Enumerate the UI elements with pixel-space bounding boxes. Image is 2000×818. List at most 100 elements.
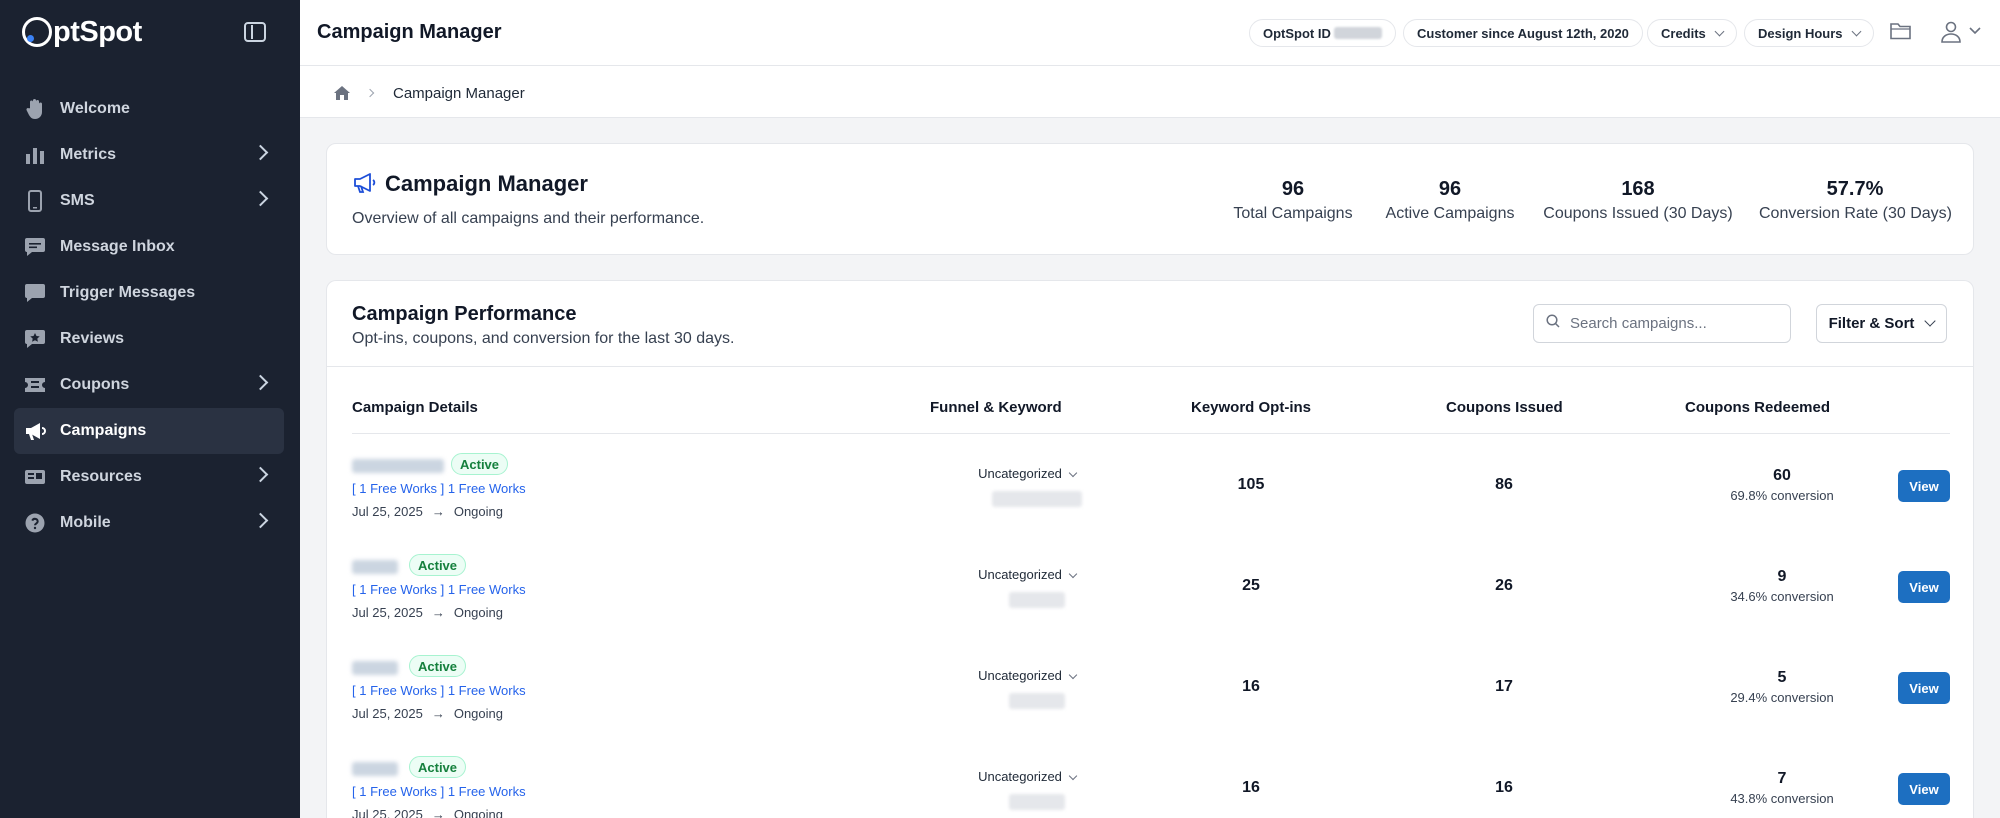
campaign-performance-card: Campaign Performance Opt-ins, coupons, a…: [326, 280, 1974, 818]
arrow-right-icon: →: [431, 605, 445, 620]
start-date: Jul 25, 2025: [352, 504, 423, 519]
sidebar-item-mobile[interactable]: Mobile: [14, 500, 284, 546]
column-header-funnel-keyword[interactable]: Funnel & Keyword: [930, 399, 1062, 416]
funnel-dropdown[interactable]: Uncategorized: [967, 567, 1087, 582]
start-date: Jul 25, 2025: [352, 706, 423, 721]
funnel-label: Uncategorized: [978, 668, 1062, 683]
view-button[interactable]: View: [1898, 672, 1950, 704]
end-date: Ongoing: [453, 504, 503, 519]
star-chat-icon: [24, 328, 46, 350]
sidebar-item-label: Reviews: [60, 330, 125, 347]
coupons-redeemed-value: 60: [1773, 467, 1791, 484]
campaign-name-redacted: [352, 459, 444, 473]
column-header-keyword-optins[interactable]: Keyword Opt-ins: [1191, 399, 1311, 416]
funnel-dropdown[interactable]: Uncategorized: [967, 668, 1087, 683]
sidebar-item-label: Welcome: [60, 100, 130, 117]
sidebar-item-sms[interactable]: SMS: [14, 178, 284, 224]
chevron-down-icon: [1068, 771, 1078, 780]
credits-dropdown[interactable]: Credits: [1647, 19, 1737, 47]
design-hours-dropdown[interactable]: Design Hours: [1744, 19, 1874, 47]
chevron-down-icon: [1924, 315, 1937, 327]
sidebar-item-reviews[interactable]: Reviews: [14, 316, 284, 362]
coupons-redeemed-cell: 5 29.4% conversion: [1707, 669, 1857, 705]
funnel-dropdown[interactable]: Uncategorized: [967, 769, 1087, 784]
sidebar-item-label: Campaigns: [60, 422, 147, 439]
help-circle-icon: [24, 512, 46, 534]
arrow-right-icon: →: [431, 807, 445, 818]
optspot-logo[interactable]: ptSpot: [22, 14, 142, 50]
chevron-right-icon: [252, 466, 269, 483]
status-badge: Active: [409, 756, 467, 778]
phone-icon: [24, 190, 46, 212]
home-icon[interactable]: [334, 86, 350, 105]
campaign-dates: Jul 25, 2025 → Ongoing: [352, 807, 503, 818]
keyword-optins-value: 105: [1237, 476, 1265, 493]
campaign-link[interactable]: [ 1 Free Works ] 1 Free Works: [352, 784, 526, 799]
sidebar-item-label: Metrics: [60, 146, 117, 163]
chevron-down-icon: [1068, 468, 1078, 477]
megaphone-icon: [24, 420, 46, 442]
optspot-id-badge: OptSpot ID: [1249, 19, 1396, 47]
sidebar-item-welcome[interactable]: Welcome: [14, 86, 284, 132]
search-input[interactable]: [1570, 315, 1770, 332]
sidebar-item-campaigns[interactable]: Campaigns: [14, 408, 284, 454]
chevron-down-icon: [1068, 670, 1078, 679]
campaign-dates: Jul 25, 2025 → Ongoing: [352, 504, 503, 519]
coupons-issued-value: 86: [1495, 476, 1513, 493]
user-account-icon[interactable]: [1939, 20, 1983, 49]
view-button[interactable]: View: [1898, 470, 1950, 502]
sidebar-collapse-icon[interactable]: [244, 22, 266, 42]
performance-subtitle: Opt-ins, coupons, and conversion for the…: [352, 330, 735, 347]
sidebar-item-coupons[interactable]: Coupons: [14, 362, 284, 408]
sidebar-item-resources[interactable]: Resources: [14, 454, 284, 500]
sidebar-item-trigger-messages[interactable]: Trigger Messages: [14, 270, 284, 316]
filter-sort-button[interactable]: Filter & Sort: [1816, 304, 1947, 343]
chevron-down-icon: [1851, 26, 1861, 36]
campaign-name-redacted: [352, 762, 398, 776]
sidebar-item-metrics[interactable]: Metrics: [14, 132, 284, 178]
arrow-right-icon: →: [431, 706, 445, 721]
sidebar-item-label: Coupons: [60, 376, 130, 393]
keyword-optins-value: 16: [1242, 678, 1260, 695]
stat-active-campaigns: 96 Active Campaigns: [1385, 178, 1515, 223]
search-box[interactable]: [1533, 304, 1791, 343]
table-row: Active [ 1 Free Works ] 1 Free Works Jul…: [327, 653, 1973, 753]
message-icon: [24, 236, 46, 258]
sidebar-item-label: Mobile: [60, 514, 111, 531]
table-row: Active [ 1 Free Works ] 1 Free Works Jul…: [327, 754, 1973, 818]
view-button[interactable]: View: [1898, 571, 1950, 603]
funnel-dropdown[interactable]: Uncategorized: [967, 466, 1087, 481]
chevron-right-icon: [252, 190, 269, 207]
coupons-redeemed-value: 9: [1777, 568, 1787, 585]
stat-conversion-rate: 57.7% Conversion Rate (30 Days): [1759, 178, 1952, 223]
column-header-coupons-redeemed[interactable]: Coupons Redeemed: [1685, 399, 1830, 416]
campaign-dates: Jul 25, 2025 → Ongoing: [352, 605, 503, 620]
keyword-redacted: [1009, 592, 1065, 608]
sidebar: ptSpot Welcome Metrics SMS Message Inbox…: [0, 0, 300, 818]
sidebar-item-message-inbox[interactable]: Message Inbox: [14, 224, 284, 270]
campaign-link[interactable]: [ 1 Free Works ] 1 Free Works: [352, 683, 526, 698]
stat-coupons-issued: 168 Coupons Issued (30 Days): [1543, 178, 1733, 223]
status-badge: Active: [409, 554, 467, 576]
stat-total-campaigns: 96 Total Campaigns: [1233, 178, 1353, 223]
column-header-coupons-issued[interactable]: Coupons Issued: [1446, 399, 1563, 416]
column-header-campaign-details[interactable]: Campaign Details: [352, 399, 478, 416]
campaign-link[interactable]: [ 1 Free Works ] 1 Free Works: [352, 481, 526, 496]
conversion-rate: 43.8% conversion: [1730, 791, 1834, 806]
ticket-icon: [24, 374, 46, 396]
coupons-issued-value: 17: [1495, 678, 1513, 695]
stat-label: Coupons Issued (30 Days): [1543, 205, 1733, 222]
start-date: Jul 25, 2025: [352, 605, 423, 620]
campaign-link[interactable]: [ 1 Free Works ] 1 Free Works: [352, 582, 526, 597]
campaign-name-redacted: [352, 560, 398, 574]
logo-mark-icon: [22, 17, 52, 47]
view-button[interactable]: View: [1898, 773, 1950, 805]
bar-chart-icon: [24, 144, 46, 166]
campaign-name-redacted: [352, 661, 398, 675]
folder-icon[interactable]: [1889, 20, 1913, 47]
sidebar-item-label: Resources: [60, 468, 142, 485]
chevron-right-icon: [252, 144, 269, 161]
arrow-right-icon: →: [431, 504, 445, 519]
design-hours-label: Design Hours: [1758, 25, 1843, 41]
funnel-label: Uncategorized: [978, 567, 1062, 582]
